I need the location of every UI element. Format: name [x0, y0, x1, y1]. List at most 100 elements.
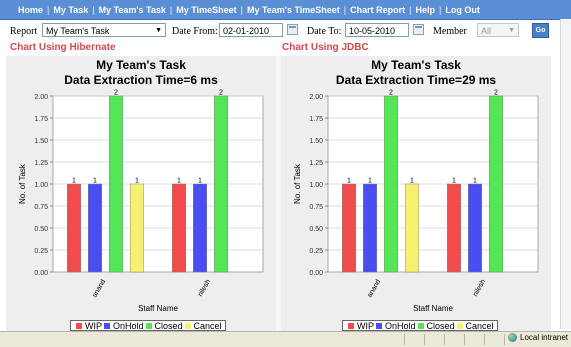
- x-axis-label: Staff Name: [138, 304, 178, 313]
- nav-separator: |: [169, 4, 173, 15]
- y-tick-label: 1.50: [309, 138, 323, 145]
- calendar-icon[interactable]: [287, 24, 298, 35]
- legend-swatch-onhold: [376, 322, 382, 329]
- hibernate-chart-panel: My Team's Task Data Extraction Time=6 ms…: [6, 56, 276, 332]
- bar-value-label: 2: [389, 90, 393, 97]
- report-select[interactable]: My Team's Task ▼: [42, 23, 166, 37]
- y-tick-label: 1.50: [34, 138, 48, 145]
- nav-chart-report[interactable]: Chart Report: [350, 5, 405, 15]
- y-tick-label: 1.25: [309, 160, 323, 167]
- legend-label-cancel: Cancel: [465, 320, 494, 331]
- bar-chart-svg: 0.00 0.25 0.50 0.75 1.00 1.25 1.50 1.75 2.00 No. …: [293, 90, 539, 313]
- legend-label-onhold: OnHold: [113, 320, 144, 331]
- bar-value-label: 1: [198, 178, 202, 185]
- x-tick-label: anand: [366, 278, 382, 298]
- vertical-scrollbar[interactable]: [560, 19, 571, 329]
- nav-home[interactable]: Home: [18, 5, 43, 15]
- member-select[interactable]: All ▼: [477, 23, 519, 37]
- bar-value-label: 2: [219, 90, 223, 97]
- status-divider: [504, 334, 505, 345]
- top-nav-bar: Home | My Task | My Team's Task | My TimeSh…: [0, 0, 571, 20]
- legend-swatch-onhold: [104, 322, 110, 329]
- y-tick-label: 0.25: [34, 248, 48, 255]
- nav-my-timesheet[interactable]: My TimeSheet: [176, 5, 236, 15]
- y-tick-label: 0.50: [309, 226, 323, 233]
- legend-swatch-wip: [76, 322, 82, 329]
- nav-my-teams-timesheet[interactable]: My Team's TimeSheet: [247, 5, 340, 15]
- nav-separator: |: [92, 4, 95, 15]
- x-axis-label: Staff Name: [413, 304, 453, 313]
- y-axis-label: No. of Task: [293, 163, 302, 204]
- nav-my-teams-task[interactable]: My Team's Task: [99, 5, 166, 15]
- y-tick-label: 0.00: [309, 270, 323, 277]
- bar-value-label: 1: [368, 178, 372, 185]
- bar-value-label: 1: [177, 178, 181, 185]
- chevron-down-icon: ▼: [508, 27, 515, 34]
- jdbc-chart-panel: My Team's Task Data Extraction Time=29 m…: [281, 56, 551, 332]
- y-tick-label: 0.50: [34, 226, 48, 233]
- bar-value-label: 1: [135, 178, 139, 185]
- date-from-label: Date From:: [172, 26, 218, 37]
- x-tick-label: nilesh: [197, 278, 212, 297]
- hibernate-chart-heading: Chart Using Hibernate: [10, 42, 116, 53]
- security-zone-indicator: Local intranet: [508, 333, 568, 342]
- bar-wip-anand: [67, 183, 81, 273]
- status-bar: Local intranet: [0, 331, 571, 347]
- x-tick-label: nilesh: [472, 278, 487, 297]
- legend-label-cancel: Cancel: [193, 320, 222, 331]
- legend-label-wip: WIP: [85, 320, 102, 331]
- legend-label-closed: Closed: [426, 320, 455, 331]
- nav-my-task[interactable]: My Task: [53, 5, 88, 15]
- bar-value-label: 1: [410, 178, 414, 185]
- bar-closed-nilesh: [489, 95, 503, 273]
- bar-value-label: 1: [347, 178, 351, 185]
- bar-onhold-anand: [88, 183, 102, 273]
- bar-closed-anand: [109, 95, 123, 273]
- nav-log-out[interactable]: Log Out: [445, 5, 480, 15]
- nav-separator: |: [343, 4, 347, 15]
- status-divider: [404, 334, 405, 345]
- y-tick-label: 0.75: [309, 204, 323, 211]
- bar-chart-svg: 0.00 0.25 0.50 0.75 1.00 1.25 1.50 1.75 2.00 No. …: [18, 90, 264, 313]
- security-zone-label: Local intranet: [520, 333, 569, 342]
- chevron-down-icon: ▼: [155, 27, 162, 34]
- status-divider: [464, 334, 465, 345]
- y-tick-label: 0.00: [34, 270, 48, 277]
- bar-onhold-nilesh: [193, 183, 207, 273]
- nav-separator: |: [47, 4, 50, 15]
- y-tick-label: 1.75: [309, 116, 323, 123]
- go-button[interactable]: Go: [532, 23, 549, 38]
- y-tick-label: 1.75: [34, 116, 48, 123]
- date-to-label: Date To:: [307, 26, 342, 37]
- date-to-input[interactable]: 10-05-2010: [345, 23, 409, 37]
- legend-label-onhold: OnHold: [385, 320, 416, 331]
- status-divider: [484, 334, 485, 345]
- status-divider: [424, 334, 425, 345]
- date-from-input[interactable]: 02-01-2010: [219, 23, 283, 37]
- bar-wip-nilesh: [172, 183, 186, 273]
- y-tick-label: 1.00: [309, 182, 323, 189]
- y-tick-label: 1.00: [34, 182, 48, 189]
- legend-swatch-wip: [348, 322, 354, 329]
- bar-cancel-anand: [130, 183, 144, 273]
- calendar-icon[interactable]: [413, 24, 424, 35]
- nav-separator: |: [240, 4, 243, 15]
- y-tick-label: 1.25: [34, 160, 48, 167]
- bar-onhold-anand: [363, 183, 377, 273]
- legend-swatch-closed: [145, 322, 152, 329]
- y-axis-label: No. of Task: [18, 163, 27, 204]
- report-filter-form: Report My Team's Task ▼ Date From: 02-01…: [0, 20, 560, 42]
- member-label: Member: [433, 26, 467, 37]
- nav-help[interactable]: Help: [416, 5, 436, 15]
- nav-separator: |: [409, 4, 412, 15]
- legend-swatch-cancel: [184, 322, 191, 329]
- bar-wip-nilesh: [447, 183, 461, 273]
- bar-value-label: 1: [72, 178, 76, 185]
- report-select-value: My Team's Task: [46, 26, 110, 36]
- legend-label-wip: WIP: [357, 320, 374, 331]
- legend-label-closed: Closed: [154, 320, 183, 331]
- legend-swatch-closed: [417, 322, 424, 329]
- y-tick-label: 2.00: [34, 94, 48, 101]
- bar-value-label: 1: [473, 178, 477, 185]
- bar-value-label: 2: [494, 90, 498, 97]
